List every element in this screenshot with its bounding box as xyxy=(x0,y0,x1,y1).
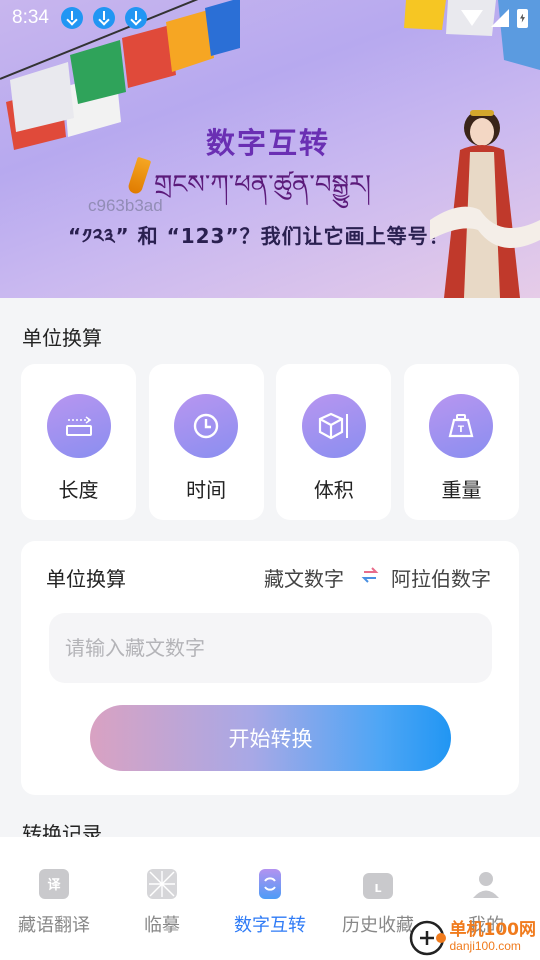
nav-label: 藏语翻译 xyxy=(18,915,90,936)
download-icon xyxy=(60,7,83,29)
grid-icon xyxy=(147,869,177,899)
convert-icon xyxy=(259,869,281,899)
signal-icon xyxy=(491,9,509,27)
clock-icon xyxy=(174,394,239,458)
converter-title: 单位换算 xyxy=(46,567,126,591)
cube-icon xyxy=(301,394,366,458)
unit-card-length[interactable]: 长度 xyxy=(21,364,136,520)
banner-subtitle: “༡༢༣” 和 “123”？我们让它画上等号！ xyxy=(68,224,450,248)
brand-name: 单机100网 xyxy=(449,920,537,941)
folder-icon: L xyxy=(363,873,393,899)
nav-item-translate[interactable]: 译 藏语翻译 xyxy=(0,837,108,960)
unit-card-time[interactable]: 时间 xyxy=(148,364,264,520)
brand-watermark: 单机100网 danji100.com xyxy=(408,918,537,956)
unit-card-volume[interactable]: 体积 xyxy=(276,364,392,520)
status-time: 8:34 xyxy=(12,7,49,28)
download-icon xyxy=(124,7,147,29)
brand-logo-icon xyxy=(409,920,446,956)
banner-watermark: c963b3ad xyxy=(88,196,163,215)
source-language-label[interactable]: 藏文数字 xyxy=(264,563,344,592)
nav-item-number-convert[interactable]: 数字互转 xyxy=(216,837,324,960)
nav-label: 临摹 xyxy=(144,915,180,936)
swap-icon[interactable] xyxy=(361,566,379,584)
unit-section-title: 单位换算 xyxy=(22,326,102,350)
nav-item-copy[interactable]: 临摹 xyxy=(108,837,216,960)
tibetan-number-input[interactable] xyxy=(49,613,492,683)
svg-text:L: L xyxy=(374,882,381,895)
nav-label: 数字互转 xyxy=(234,915,306,936)
user-icon xyxy=(471,869,501,899)
unit-label: 时间 xyxy=(186,478,227,502)
ruler-icon xyxy=(46,394,111,458)
svg-text:T: T xyxy=(458,425,465,435)
converter-card: 单位换算 藏文数字 阿拉伯数字 开始转换 xyxy=(21,541,519,795)
wifi-icon xyxy=(461,10,483,26)
weight-icon: T xyxy=(429,394,494,458)
brand-url: danji100.com xyxy=(449,938,521,953)
battery-charging-icon xyxy=(517,8,528,28)
status-bar: 8:34 xyxy=(0,0,540,36)
unit-label: 重量 xyxy=(441,478,482,502)
unit-label: 体积 xyxy=(313,478,354,502)
svg-text:译: 译 xyxy=(47,878,61,893)
pen-icon xyxy=(126,156,152,196)
nav-label: 历史收藏 xyxy=(342,915,414,936)
target-language-label[interactable]: 阿拉伯数字 xyxy=(391,563,491,592)
status-indicators xyxy=(461,8,528,28)
hero-banner[interactable]: 数字互转 གྲངས་ཀ་ཕན་ཚུན་བསྒྱུར། c963b3ad “༡༢༣… xyxy=(0,0,540,298)
unit-label: 长度 xyxy=(58,478,99,502)
download-icon xyxy=(92,7,115,29)
unit-card-weight[interactable]: T 重量 xyxy=(403,364,519,520)
tibetan-woman-illustration xyxy=(430,110,540,298)
unit-grid: 长度 时间 体积 T 重量 xyxy=(21,364,519,520)
start-convert-button[interactable]: 开始转换 xyxy=(90,705,451,771)
translate-icon: 译 xyxy=(39,869,69,899)
